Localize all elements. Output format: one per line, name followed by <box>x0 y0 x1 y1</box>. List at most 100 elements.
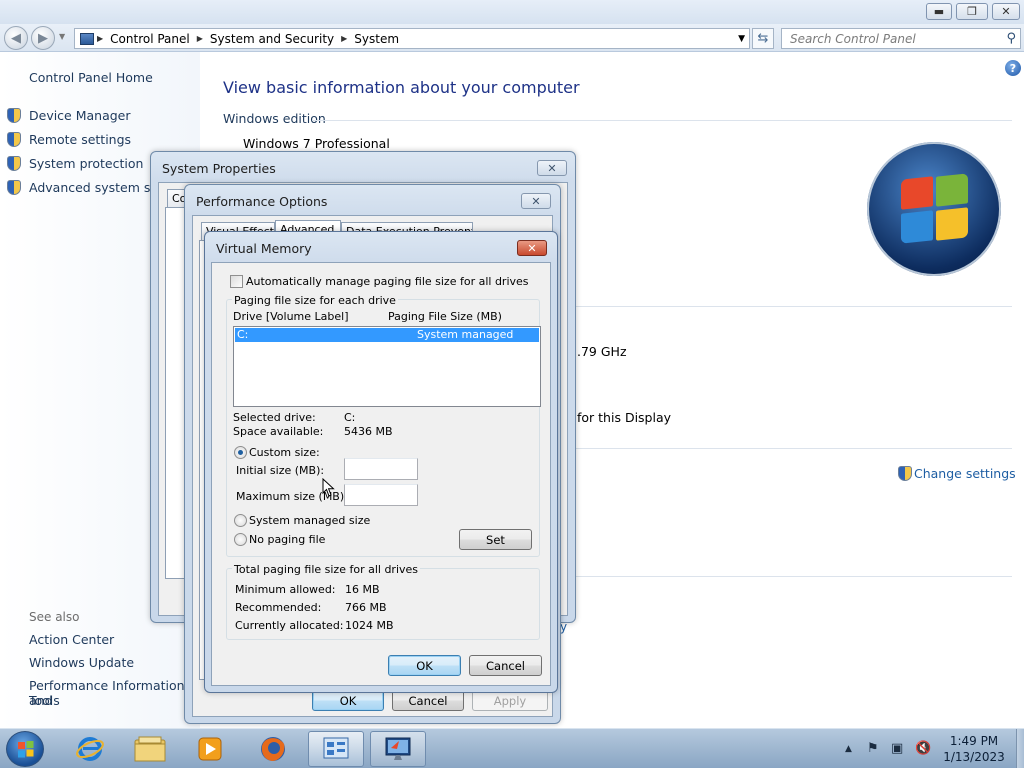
change-settings-link[interactable]: Change settings <box>898 466 1016 481</box>
no-paging-file-radio[interactable] <box>234 533 247 546</box>
taskbar-internet-explorer[interactable] <box>62 731 118 767</box>
pen-touch-fragment: for this Display <box>577 410 672 425</box>
maximum-size-input[interactable] <box>344 484 418 506</box>
windows-logo <box>867 142 1001 276</box>
control-panel-home-link[interactable]: Control Panel Home <box>29 70 153 85</box>
breadcrumb-separator-icon[interactable]: ▶ <box>94 34 106 43</box>
cancel-button[interactable]: Cancel <box>469 655 542 676</box>
shield-icon <box>7 155 21 171</box>
network-icon[interactable]: ▣ <box>891 741 903 756</box>
apply-button[interactable]: Apply <box>472 690 548 711</box>
drive-list-row[interactable]: C: System managed <box>235 328 539 342</box>
cancel-button[interactable]: Cancel <box>392 690 464 711</box>
minimize-button[interactable]: ▬ <box>926 3 952 20</box>
custom-size-label: Custom size: <box>249 446 320 459</box>
logo-flag-blue <box>901 210 933 244</box>
start-button[interactable] <box>6 731 44 767</box>
taskbar: ▲ ⚑ ▣ 🔇 1:49 PM 1/13/2023 <box>0 728 1024 768</box>
close-button[interactable]: ✕ <box>537 160 567 176</box>
navigation-bar: ◀ ▶ ▼ ▶ Control Panel ▶ System and Secur… <box>0 24 1024 52</box>
section-divider <box>312 120 1012 121</box>
change-settings-label: Change settings <box>914 466 1016 481</box>
show-desktop-button[interactable] <box>1016 729 1024 768</box>
volume-muted-icon[interactable]: 🔇 <box>915 741 931 756</box>
forward-button[interactable]: ▶ <box>31 26 55 50</box>
media-player-icon <box>198 737 222 761</box>
taskbar-firefox[interactable] <box>245 731 301 767</box>
taskbar-windows-explorer[interactable] <box>122 731 178 767</box>
close-icon: ✕ <box>527 241 537 255</box>
section-divider <box>572 306 1012 307</box>
initial-size-input[interactable] <box>344 458 418 480</box>
search-input[interactable]: Search Control Panel <box>790 32 916 46</box>
system-protection-link[interactable]: System protection <box>7 154 143 172</box>
close-button[interactable]: ✕ <box>521 193 551 209</box>
drive-column-header: Drive [Volume Label] <box>233 310 349 323</box>
ok-button[interactable]: OK <box>312 690 384 711</box>
space-available-label: Space available: <box>233 425 324 438</box>
action-center-link[interactable]: Action Center <box>29 632 114 647</box>
breadcrumb-system-and-security[interactable]: System and Security <box>206 32 338 46</box>
taskbar-system-properties[interactable] <box>370 731 426 767</box>
device-manager-label: Device Manager <box>29 107 131 123</box>
performance-information-link-line2[interactable]: Tools <box>29 693 60 708</box>
control-panel-icon <box>323 737 349 759</box>
system-clock[interactable]: 1:49 PM 1/13/2023 <box>932 733 1016 765</box>
windows-update-link[interactable]: Windows Update <box>29 655 134 670</box>
search-box[interactable]: Search Control Panel ⚲ <box>781 28 1021 49</box>
close-window-button[interactable]: ✕ <box>992 3 1020 20</box>
system-managed-label: System managed size <box>249 514 371 527</box>
refresh-icon: ⇆ <box>757 31 769 46</box>
breadcrumb-separator-icon[interactable]: ▶ <box>194 34 206 43</box>
selected-drive-value: C: <box>344 411 356 424</box>
set-button[interactable]: Set <box>459 529 532 550</box>
dialog-title: Virtual Memory <box>216 241 312 256</box>
ok-button[interactable]: OK <box>388 655 461 676</box>
search-icon[interactable]: ⚲ <box>1006 31 1016 46</box>
auto-manage-label: Automatically manage paging file size fo… <box>246 275 529 288</box>
dialog-title: Performance Options <box>196 194 328 209</box>
windows-edition-value: Windows 7 Professional <box>243 136 390 151</box>
processor-speed-fragment: .79 GHz <box>577 344 627 359</box>
page-title: View basic information about your comput… <box>223 78 580 97</box>
address-dropdown-icon[interactable]: ▼ <box>738 34 745 44</box>
breadcrumb-separator-icon[interactable]: ▶ <box>338 34 350 43</box>
control-panel-icon <box>80 32 94 45</box>
close-button[interactable]: ✕ <box>517 240 547 256</box>
breadcrumb-control-panel[interactable]: Control Panel <box>106 32 194 46</box>
help-button[interactable]: ? <box>1005 60 1021 76</box>
shield-icon <box>7 107 21 123</box>
taskbar-control-panel[interactable] <box>308 731 364 767</box>
logo-flag-yellow <box>936 207 968 241</box>
device-manager-link[interactable]: Device Manager <box>7 106 131 124</box>
space-available-value: 5436 MB <box>344 425 393 438</box>
recommended-value: 766 MB <box>345 601 387 614</box>
drive-letter: C: <box>237 328 249 341</box>
paging-size-column-header: Paging File Size (MB) <box>388 310 502 323</box>
see-also-heading: See also <box>29 610 80 624</box>
custom-size-radio[interactable] <box>234 446 247 459</box>
internet-explorer-icon <box>76 737 104 761</box>
minimum-allowed-label: Minimum allowed: <box>235 583 336 596</box>
address-bar[interactable]: ▶ Control Panel ▶ System and Security ▶ … <box>74 28 750 49</box>
back-button[interactable]: ◀ <box>4 26 28 50</box>
action-center-flag-icon[interactable]: ⚑ <box>867 741 879 756</box>
remote-settings-link[interactable]: Remote settings <box>7 130 131 148</box>
recent-pages-chevron-icon[interactable]: ▼ <box>59 32 65 41</box>
mouse-cursor-icon <box>322 478 335 497</box>
system-managed-radio[interactable] <box>234 514 247 527</box>
drive-paging-size: System managed <box>417 328 514 341</box>
drive-list[interactable]: C: System managed <box>233 326 541 407</box>
show-hidden-icons-chevron-icon[interactable]: ▲ <box>845 744 852 754</box>
initial-size-label: Initial size (MB): <box>236 464 325 477</box>
folder-icon <box>134 736 166 762</box>
logo-flag-green <box>936 173 968 207</box>
section-divider <box>572 448 1012 449</box>
maximize-button[interactable]: ❐ <box>956 3 988 20</box>
taskbar-media-player[interactable] <box>182 731 238 767</box>
refresh-button[interactable]: ⇆ <box>752 28 774 49</box>
breadcrumb-system[interactable]: System <box>350 32 403 46</box>
no-paging-file-label: No paging file <box>249 533 326 546</box>
title-bar: ▬ ❐ ✕ <box>0 0 1024 24</box>
auto-manage-checkbox[interactable] <box>230 275 243 288</box>
